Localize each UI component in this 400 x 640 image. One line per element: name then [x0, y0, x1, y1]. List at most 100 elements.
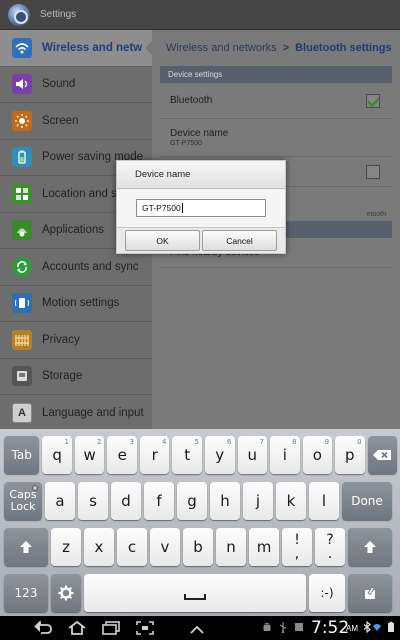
key-q[interactable]: q1: [42, 436, 72, 474]
key-t[interactable]: t5: [172, 436, 202, 474]
system-nav-bar: 7:52 AM: [0, 616, 400, 640]
backspace-key[interactable]: [367, 436, 398, 474]
tab-key[interactable]: Tab: [4, 436, 40, 474]
android-icon: [263, 622, 271, 631]
keyboard-row-1: Tab q1 w2 e3 r4 t5 y6 u7 i8 o9 p0: [0, 436, 400, 476]
key-alt-label: 7: [259, 438, 265, 446]
menu-label: Sound: [42, 78, 76, 91]
screen-icon: [12, 110, 32, 131]
key-o[interactable]: o9: [302, 436, 333, 474]
key-l[interactable]: l: [309, 482, 339, 520]
key-m[interactable]: m: [249, 528, 279, 566]
key-k[interactable]: k: [276, 482, 306, 520]
ok-button[interactable]: OK: [125, 230, 200, 251]
key-b[interactable]: b: [183, 528, 213, 566]
key-label: i: [282, 446, 287, 464]
keyboard-settings-key[interactable]: [51, 574, 81, 612]
device-name-input-value: GT-P7500: [142, 203, 181, 213]
menu-item-screen[interactable]: Screen: [0, 103, 152, 140]
key-d[interactable]: d: [111, 482, 141, 520]
menu-item-privacy[interactable]: Privacy: [0, 322, 152, 359]
recent-apps-button[interactable]: [100, 619, 122, 637]
done-key[interactable]: Done: [342, 482, 392, 520]
screenshot-button[interactable]: [134, 619, 156, 637]
numbers-key[interactable]: 123: [4, 574, 48, 612]
key-y[interactable]: y6: [204, 436, 235, 474]
shift-key-right[interactable]: [348, 528, 392, 566]
menu-label: Storage: [42, 370, 83, 383]
caps-label-line-2: Lock: [10, 500, 36, 513]
keyboard-row-3: z x c v b n m ! , ? .: [0, 528, 400, 568]
bluetooth-row[interactable]: Bluetooth: [160, 83, 392, 119]
key-i[interactable]: i8: [270, 436, 300, 474]
language-icon: A: [12, 402, 32, 423]
key-alt-label: 9: [324, 438, 330, 446]
menu-label: Screen: [42, 114, 79, 127]
smiley-key[interactable]: :-): [309, 574, 345, 612]
privacy-icon: [12, 329, 32, 350]
key-n[interactable]: n: [216, 528, 246, 566]
key-h[interactable]: h: [210, 482, 240, 520]
key-exclamation-comma[interactable]: ! ,: [282, 528, 312, 566]
key-label: y: [215, 446, 225, 464]
key-f[interactable]: f: [144, 482, 174, 520]
on-screen-keyboard: Tab q1 w2 e3 r4 t5 y6 u7 i8 o9 p0 Caps Lo…: [0, 429, 400, 616]
key-g[interactable]: g: [177, 482, 207, 520]
space-key[interactable]: [84, 574, 306, 612]
device-name-input[interactable]: GT-P7500: [136, 199, 266, 217]
menu-item-motion[interactable]: Motion settings: [0, 286, 152, 322]
menu-item-language[interactable]: A Language and input: [0, 395, 152, 429]
key-label: t: [184, 446, 191, 464]
key-x[interactable]: x: [84, 528, 114, 566]
motion-icon: [12, 293, 32, 314]
key-bottom-label: .: [327, 546, 333, 562]
breadcrumb-parent[interactable]: Wireless and networks: [166, 42, 277, 54]
key-c[interactable]: c: [117, 528, 147, 566]
caps-lock-label: Caps Lock: [9, 489, 36, 513]
menu-up-button[interactable]: [190, 622, 204, 640]
visible-checkbox[interactable]: [366, 164, 380, 179]
menu-label: Wireless and netw: [42, 41, 143, 54]
caps-lock-key[interactable]: Caps Lock: [4, 482, 42, 520]
key-label: q: [52, 446, 62, 464]
breadcrumb-current: Bluetooth settings: [295, 42, 392, 54]
bluetooth-checkbox[interactable]: [366, 93, 380, 108]
back-icon: [34, 621, 52, 634]
menu-item-wireless[interactable]: Wireless and netw: [0, 30, 152, 67]
cancel-button[interactable]: Cancel: [202, 230, 277, 251]
key-a[interactable]: a: [45, 482, 75, 520]
key-s[interactable]: s: [78, 482, 108, 520]
clipboard-key[interactable]: [348, 574, 392, 612]
title-bar: Settings: [0, 0, 400, 30]
battery-icon: [12, 147, 32, 168]
bluetooth-label: Bluetooth: [170, 95, 213, 106]
shift-icon: [364, 541, 376, 553]
menu-item-accounts-sync[interactable]: Accounts and sync: [0, 249, 152, 286]
clipboard-icon: [365, 586, 375, 599]
key-label: e: [117, 446, 127, 464]
status-clock: 7:52: [311, 618, 350, 638]
menu-item-sound[interactable]: Sound: [0, 67, 152, 103]
key-v[interactable]: v: [150, 528, 180, 566]
device-name-row[interactable]: Device name GT-P7500: [160, 119, 392, 157]
key-u[interactable]: u7: [237, 436, 268, 474]
key-alt-label: 3: [129, 438, 134, 446]
key-w[interactable]: w2: [74, 436, 105, 474]
key-r[interactable]: r4: [139, 436, 170, 474]
section-header-device-settings: Device settings: [160, 66, 392, 83]
key-alt-label: 6: [227, 438, 232, 446]
key-j[interactable]: j: [243, 482, 273, 520]
shift-key-left[interactable]: [4, 528, 48, 566]
location-icon: [12, 183, 32, 204]
key-p[interactable]: p0: [335, 436, 365, 474]
key-z[interactable]: z: [51, 528, 81, 566]
key-question-period[interactable]: ? .: [315, 528, 345, 566]
shift-icon: [20, 541, 32, 553]
menu-item-storage[interactable]: Storage: [0, 359, 152, 395]
key-e[interactable]: e3: [107, 436, 137, 474]
dialog-buttons: OK Cancel: [117, 227, 285, 253]
back-button[interactable]: [32, 619, 54, 637]
home-button[interactable]: [66, 619, 88, 637]
menu-label: Location and s: [42, 187, 117, 200]
menu-label: Privacy: [42, 333, 80, 346]
